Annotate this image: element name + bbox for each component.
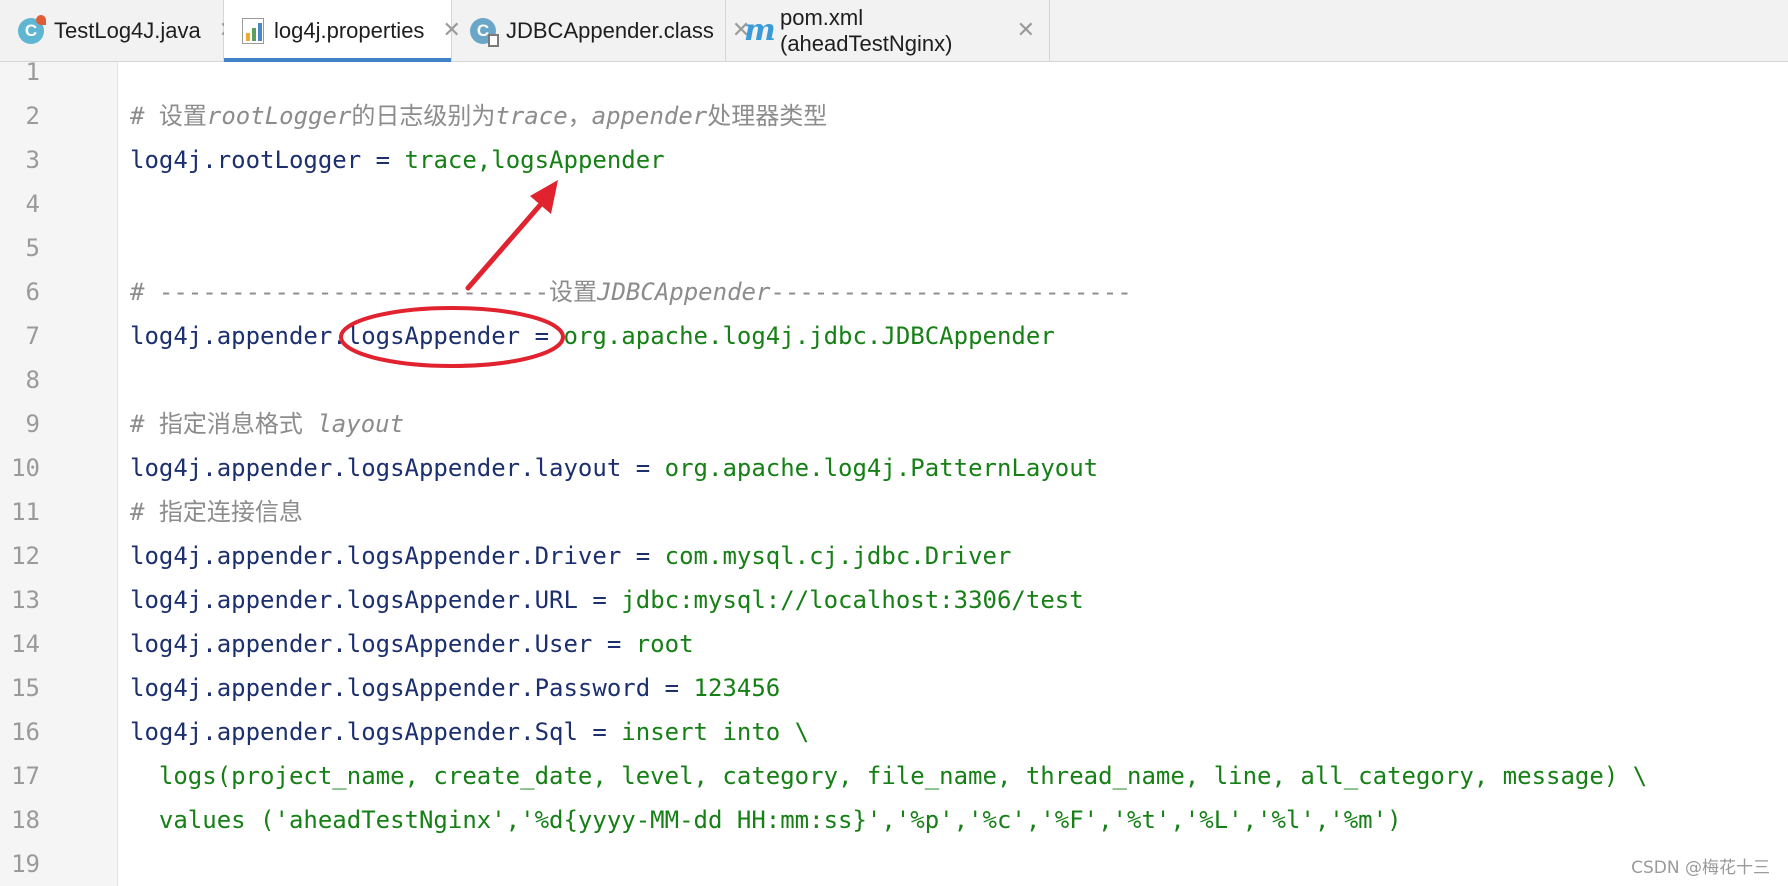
highlight-ellipse [339, 306, 565, 368]
annotation-overlay [339, 180, 565, 368]
watermark: CSDN @梅花十三 [1631, 858, 1770, 878]
annotation-arrow [465, 193, 551, 291]
